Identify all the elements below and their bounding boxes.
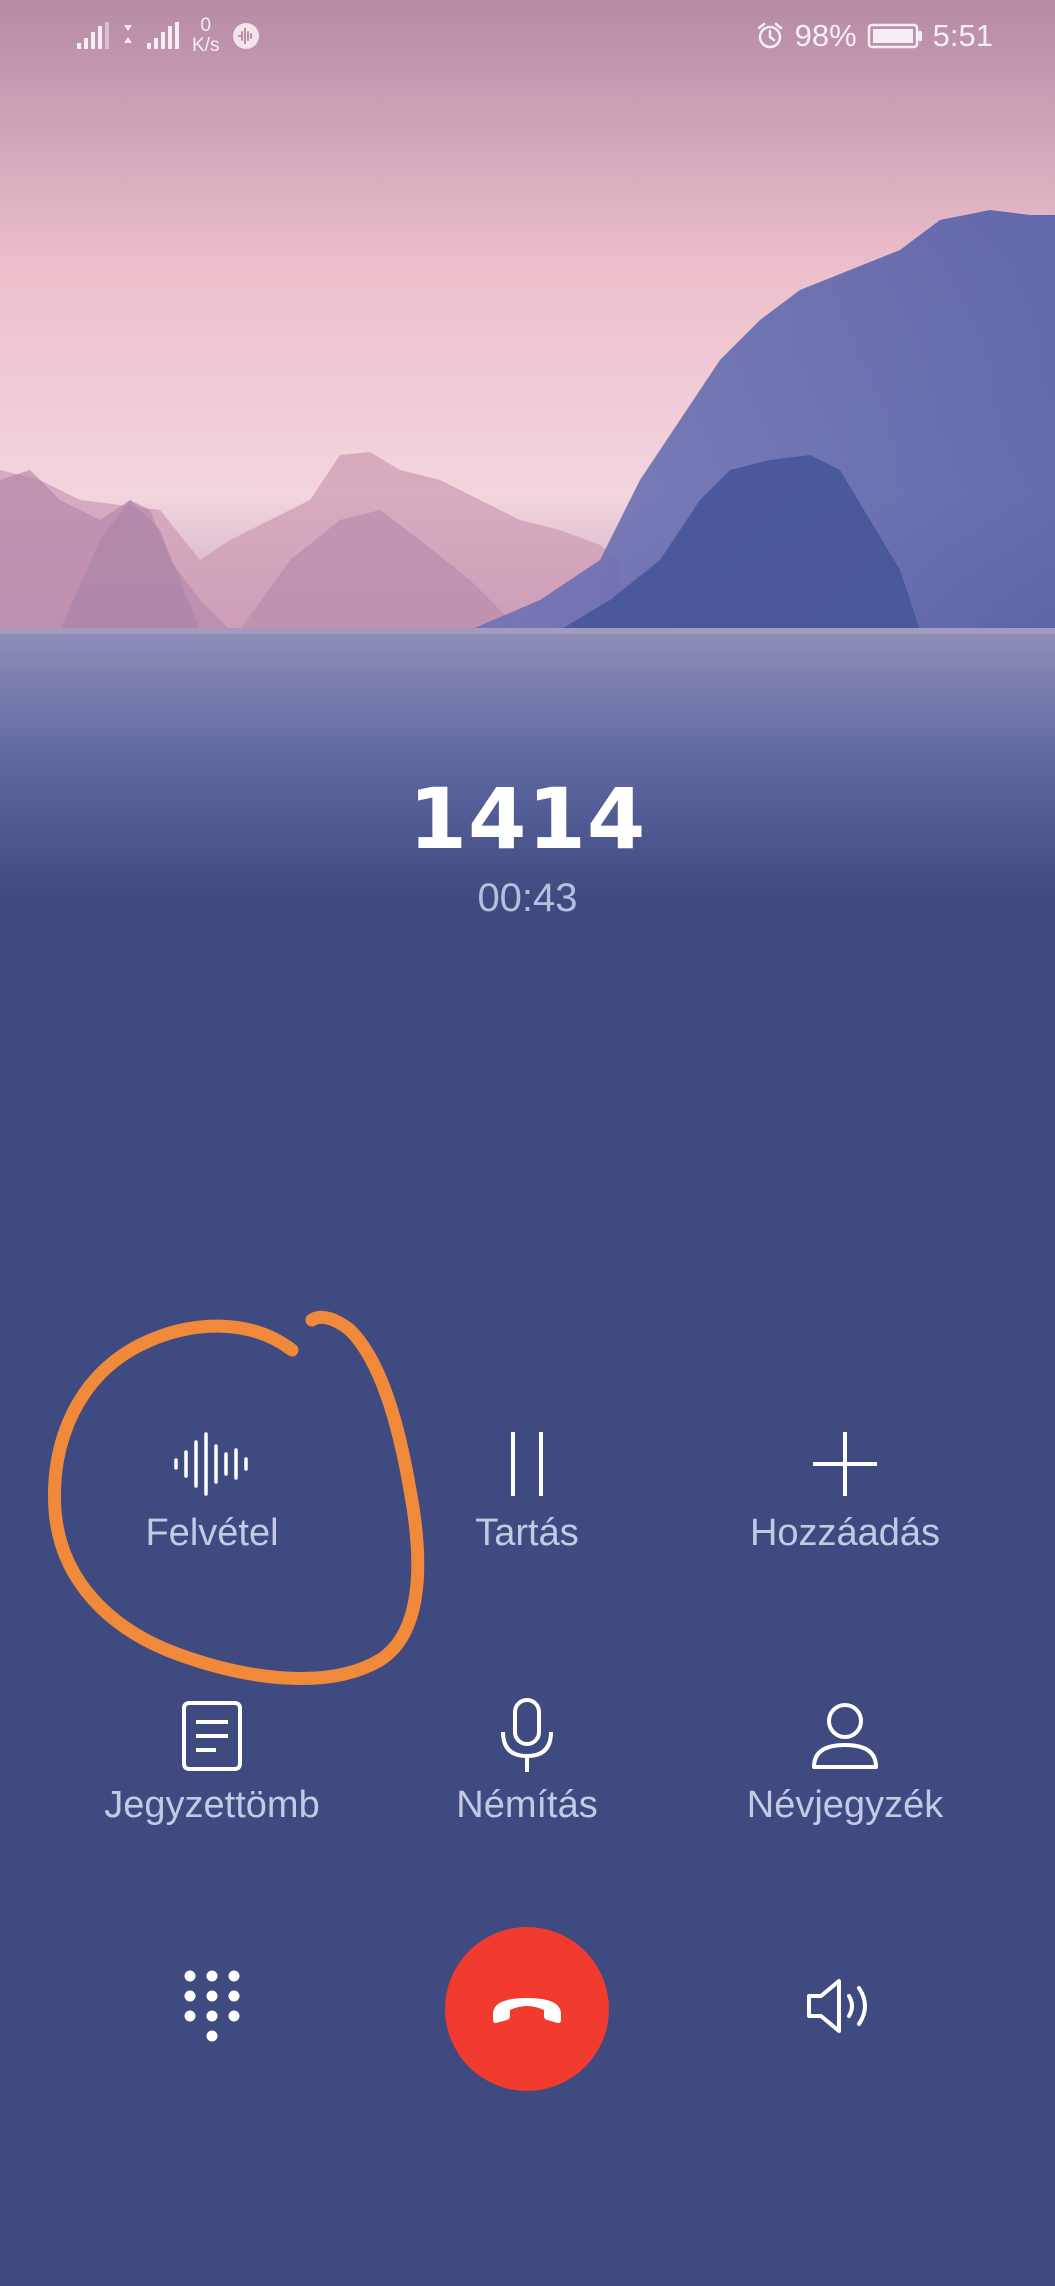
- end-call-button[interactable]: [445, 1927, 609, 2091]
- wallpaper-image: [0, 0, 1055, 900]
- dialpad-icon: [184, 1970, 240, 2042]
- plus-icon: [805, 1424, 885, 1504]
- hold-label: Tartás: [475, 1512, 579, 1554]
- dialpad-button[interactable]: [172, 1966, 252, 2046]
- pause-icon: [487, 1424, 567, 1504]
- waveform-icon: [172, 1424, 252, 1504]
- caller-number: 1414: [408, 770, 647, 868]
- network-speed-value: 0: [200, 15, 212, 36]
- status-bar: 0 K/s 98% 5:51: [0, 0, 1055, 72]
- signal-icon: [77, 22, 109, 49]
- record-label: Felvétel: [145, 1512, 279, 1554]
- contacts-label: Névjegyzék: [746, 1784, 944, 1826]
- add-call-button[interactable]: Hozzáadás: [695, 1424, 995, 1555]
- mute-button[interactable]: Némítás: [377, 1696, 677, 1827]
- alarm-icon: [757, 22, 782, 49]
- call-duration: 00:43: [477, 876, 578, 920]
- battery-percent: 98%: [794, 18, 857, 53]
- person-icon: [805, 1696, 885, 1776]
- signal-icon-2: [147, 22, 179, 49]
- notepad-button[interactable]: Jegyzettömb: [62, 1696, 362, 1827]
- call-screen: 0 K/s 98% 5:51 1414 00:43 Felvétel Tartá…: [0, 0, 1055, 2286]
- notepad-label: Jegyzettömb: [104, 1784, 320, 1826]
- network-speed: 0 K/s: [192, 16, 219, 56]
- status-right: 98% 5:51: [755, 14, 993, 58]
- record-button[interactable]: Felvétel: [62, 1424, 362, 1555]
- mute-label: Némítás: [456, 1784, 598, 1826]
- phone-hangup-icon: [493, 1998, 561, 2023]
- call-recording-status-icon: [233, 23, 260, 49]
- battery-icon: [867, 23, 922, 49]
- clock: 5:51: [932, 18, 993, 53]
- speaker-icon: [807, 1979, 867, 2033]
- network-speed-unit: K/s: [192, 35, 220, 56]
- data-transfer-icon: [124, 25, 132, 43]
- status-left: 0 K/s: [76, 14, 261, 58]
- notepad-icon: [172, 1696, 252, 1776]
- microphone-icon: [487, 1696, 567, 1776]
- speaker-button[interactable]: [803, 1966, 883, 2046]
- contacts-button[interactable]: Névjegyzék: [695, 1696, 995, 1827]
- add-call-label: Hozzáadás: [749, 1512, 941, 1554]
- hold-button[interactable]: Tartás: [377, 1424, 677, 1555]
